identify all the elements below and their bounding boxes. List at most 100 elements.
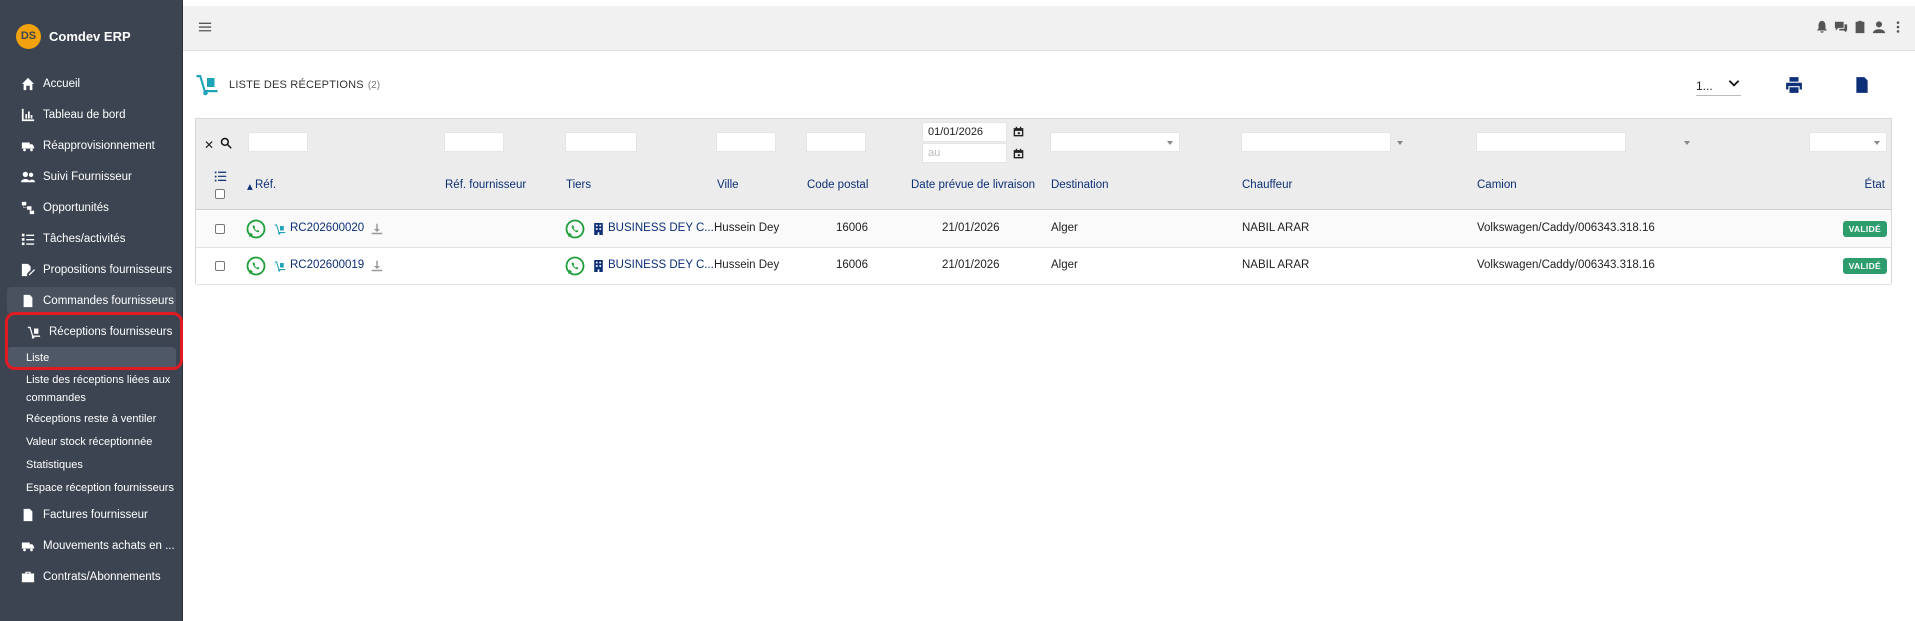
- filter-ville-input[interactable]: [716, 132, 776, 152]
- caret-down-icon[interactable]: [1684, 141, 1690, 145]
- clipboard-icon[interactable]: [1853, 20, 1867, 34]
- column-header-ref[interactable]: Réf.: [255, 179, 276, 191]
- hamburger-menu-icon[interactable]: [198, 20, 214, 36]
- row-tiers-link[interactable]: BUSINESS DEY C...: [608, 259, 714, 271]
- sidebar-item-reapprovisionnement[interactable]: Réapprovisionnement: [0, 130, 183, 161]
- row-tiers-link[interactable]: BUSINESS DEY C...: [608, 222, 714, 234]
- sidebar-item-tableau-de-bord[interactable]: Tableau de bord: [0, 99, 183, 130]
- column-header-tiers[interactable]: Tiers: [566, 179, 591, 191]
- page-title: LISTE DES RÉCEPTIONS: [229, 79, 364, 91]
- sidebar-item-suivi-fournisseur[interactable]: Suivi Fournisseur: [0, 161, 183, 192]
- export-excel-button[interactable]: [1852, 76, 1872, 96]
- sidebar-item-label: Tâches/activités: [43, 232, 126, 245]
- column-header-etat[interactable]: État: [1865, 179, 1885, 191]
- sidebar-item-factures-fournisseur[interactable]: Factures fournisseur: [0, 499, 183, 530]
- column-header-destination[interactable]: Destination: [1051, 179, 1109, 191]
- table-row[interactable]: RC202600020 BUSINESS DEY C... Hussein De…: [196, 211, 1891, 248]
- sidebar-item-propositions-fournisseurs[interactable]: Propositions fournisseurs: [0, 254, 183, 285]
- sidebar-item-label: Propositions fournisseurs: [43, 263, 173, 276]
- row-chauffeur: NABIL ARAR: [1242, 259, 1310, 271]
- table-row[interactable]: RC202600019 BUSINESS DEY C... Hussein De…: [196, 248, 1891, 285]
- status-badge: VALIDÉ: [1842, 221, 1887, 237]
- column-header-camion[interactable]: Camion: [1477, 179, 1517, 191]
- filter-ref-supplier-input[interactable]: [444, 132, 504, 152]
- select-all-checkbox[interactable]: [215, 189, 225, 199]
- subitem-label: Liste: [26, 352, 50, 364]
- whatsapp-icon[interactable]: [246, 219, 266, 242]
- user-avatar-icon[interactable]: [1872, 20, 1886, 34]
- sidebar-item-label: Réapprovisionnement: [43, 139, 155, 152]
- column-selector-icon[interactable]: [214, 170, 227, 186]
- dolly-icon: [274, 223, 286, 238]
- sidebar-item-mouvements-achats[interactable]: Mouvements achats en ...: [0, 530, 183, 561]
- per-page-select[interactable]: 1...: [1696, 76, 1741, 96]
- sidebar-subitem-receptions-liees[interactable]: Liste des réceptions liées aux commandes: [0, 369, 183, 407]
- filter-date-from-input[interactable]: 01/01/2026: [922, 122, 1007, 142]
- sort-ascending-icon[interactable]: ▴: [247, 179, 253, 193]
- row-checkbox[interactable]: [215, 224, 225, 234]
- caret-down-icon[interactable]: [1397, 141, 1403, 145]
- column-header-ref-supplier[interactable]: Réf. fournisseur: [445, 179, 526, 191]
- chat-icon[interactable]: [1834, 20, 1848, 34]
- sidebar-subitem-valeur-stock[interactable]: Valeur stock réceptionnée: [0, 430, 183, 453]
- print-icon: [1785, 76, 1803, 97]
- brand[interactable]: DS Comdev ERP: [16, 23, 131, 49]
- notification-icon[interactable]: [1815, 20, 1829, 34]
- filter-camion-select[interactable]: [1476, 132, 1626, 152]
- file-invoice-dollar-icon: [20, 508, 36, 522]
- column-header-chauffeur[interactable]: Chauffeur: [1242, 179, 1292, 191]
- column-header-code-postal[interactable]: Code postal: [807, 179, 868, 191]
- filter-destination-select[interactable]: [1050, 132, 1180, 152]
- column-header-date-livraison[interactable]: Date prévue de livraison: [911, 179, 1035, 191]
- filter-chauffeur-select[interactable]: [1241, 132, 1391, 152]
- sidebar-item-contrats[interactable]: Contrats/Abonnements: [0, 561, 183, 592]
- filter-ref-input[interactable]: [248, 132, 308, 152]
- print-button[interactable]: [1784, 76, 1804, 96]
- truck-icon: [20, 139, 36, 153]
- sidebar: DS Comdev ERP Accueil Tableau de bord Ré…: [0, 0, 183, 621]
- whatsapp-icon[interactable]: [246, 256, 266, 279]
- search-icon[interactable]: [220, 137, 232, 152]
- page-header: LISTE DES RÉCEPTIONS (2): [195, 72, 380, 98]
- sidebar-item-commandes-fournisseurs[interactable]: Commandes fournisseurs: [7, 287, 176, 314]
- tasks-icon: [20, 232, 36, 246]
- sidebar-item-receptions-fournisseurs[interactable]: Réceptions fournisseurs: [0, 316, 183, 347]
- app-root: DS Comdev ERP Accueil Tableau de bord Ré…: [0, 0, 1915, 621]
- row-checkbox[interactable]: [215, 261, 225, 271]
- sidebar-subitem-espace-reception[interactable]: Espace réception fournisseurs: [0, 476, 183, 499]
- sidebar-subitem-reste-a-ventiler[interactable]: Réceptions reste à ventiler: [0, 407, 183, 430]
- sidebar-item-opportunites[interactable]: Opportunités: [0, 192, 183, 223]
- chevron-down-icon: [1727, 77, 1741, 94]
- filter-etat-select[interactable]: [1809, 132, 1887, 152]
- calendar-icon[interactable]: [1013, 126, 1024, 140]
- sidebar-item-accueil[interactable]: Accueil: [0, 68, 183, 99]
- home-icon: [20, 77, 36, 91]
- filter-code-postal-input[interactable]: [806, 132, 866, 152]
- brand-logo: DS: [16, 23, 41, 49]
- whatsapp-icon[interactable]: [565, 219, 585, 242]
- download-icon[interactable]: [371, 260, 383, 275]
- download-icon[interactable]: [371, 223, 383, 238]
- row-ref-link[interactable]: RC202600019: [290, 259, 364, 271]
- sidebar-item-label: Accueil: [43, 77, 81, 90]
- calendar-icon[interactable]: [1013, 148, 1024, 162]
- sidebar-item-taches[interactable]: Tâches/activités: [0, 223, 183, 254]
- sidebar-subitem-liste[interactable]: Liste: [7, 347, 176, 369]
- more-options-icon[interactable]: [1891, 20, 1905, 34]
- row-ref-link[interactable]: RC202600020: [290, 222, 364, 234]
- sidebar-item-label: Réceptions fournisseurs: [49, 325, 173, 338]
- whatsapp-icon[interactable]: [565, 256, 585, 279]
- row-ville: Hussein Dey: [714, 222, 780, 234]
- row-chauffeur: NABIL ARAR: [1242, 222, 1310, 234]
- caret-down-icon: [1874, 141, 1880, 145]
- sidebar-item-label: Opportunités: [43, 201, 109, 214]
- filter-date-to-input[interactable]: au: [922, 143, 1007, 163]
- sitemap-icon: [20, 201, 36, 215]
- column-header-ville[interactable]: Ville: [717, 179, 739, 191]
- filter-tiers-input[interactable]: [565, 132, 637, 152]
- sidebar-subitem-statistiques[interactable]: Statistiques: [0, 453, 183, 476]
- dolly-icon: [26, 325, 42, 339]
- date-from-value: 01/01/2026: [928, 126, 984, 138]
- sidebar-item-label: Suivi Fournisseur: [43, 170, 132, 183]
- clear-filters-icon[interactable]: ✕: [204, 138, 214, 152]
